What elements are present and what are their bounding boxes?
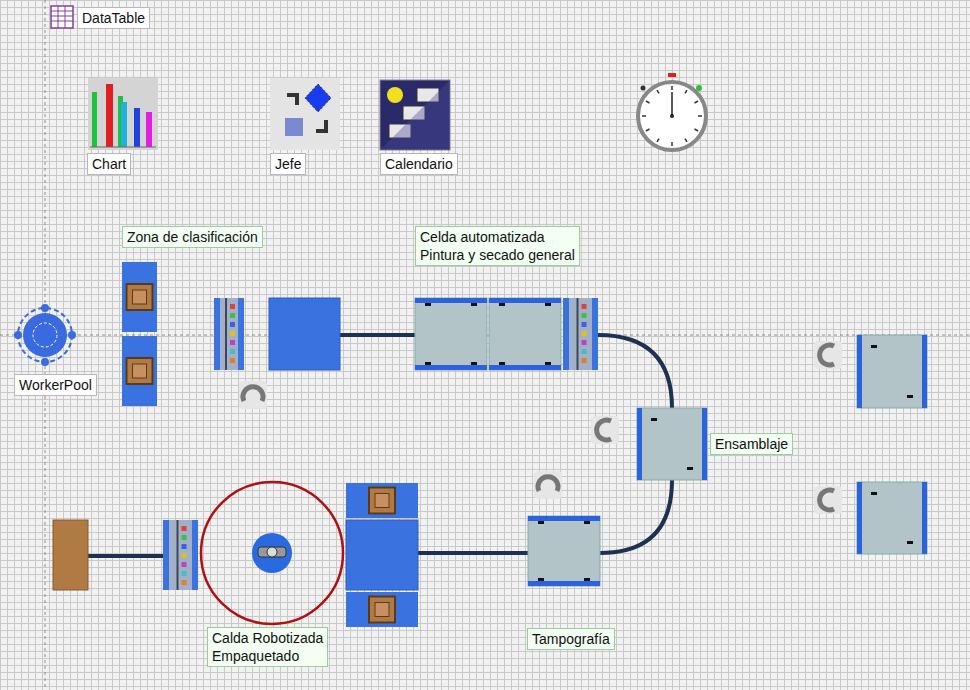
rack[interactable] [346,592,418,627]
processor[interactable] [637,408,707,480]
area-label: Ensamblaje [710,433,793,455]
model-canvas[interactable]: DataTable Chart Jefe Calendario WorkerPool Z… [0,0,970,690]
processor[interactable] [489,298,561,370]
processor[interactable] [857,335,927,408]
dispatcher-icon[interactable] [270,78,340,150]
rack[interactable] [122,336,157,406]
object-label: Calendario [380,153,458,175]
area-label: Celda automatizadaPintura y secado gener… [415,226,580,266]
area-label: Tampografía [527,628,615,650]
chart-icon[interactable] [88,78,158,150]
rack[interactable] [122,262,157,332]
processor[interactable] [415,298,487,370]
queue[interactable] [163,520,198,590]
operator-icon[interactable] [239,381,267,409]
processor[interactable] [528,516,600,586]
object-label: Chart [87,153,131,175]
queue[interactable] [563,298,598,370]
model-layout [0,0,970,690]
operator-icon[interactable] [591,416,619,444]
operator-icon[interactable] [534,471,562,499]
clock-icon[interactable] [638,73,706,150]
rack[interactable] [346,483,418,518]
area-label: Calda RobotizadaEmpaquetado [207,627,328,667]
queue[interactable] [214,298,244,370]
combiner[interactable] [346,520,418,590]
datatable-icon[interactable] [51,6,73,28]
worker-pool-icon[interactable] [14,304,76,366]
source[interactable] [53,520,88,590]
processor[interactable] [857,482,927,554]
combiner[interactable] [269,298,340,370]
area-label: Zona de clasificación [122,226,263,248]
operator-icon[interactable] [814,486,842,514]
object-label: DataTable [77,7,150,29]
robot[interactable] [201,482,343,624]
object-label: WorkerPool [14,374,97,396]
object-label: Jefe [270,153,306,175]
operator-icon[interactable] [814,341,842,369]
calendar-icon[interactable] [380,80,450,150]
